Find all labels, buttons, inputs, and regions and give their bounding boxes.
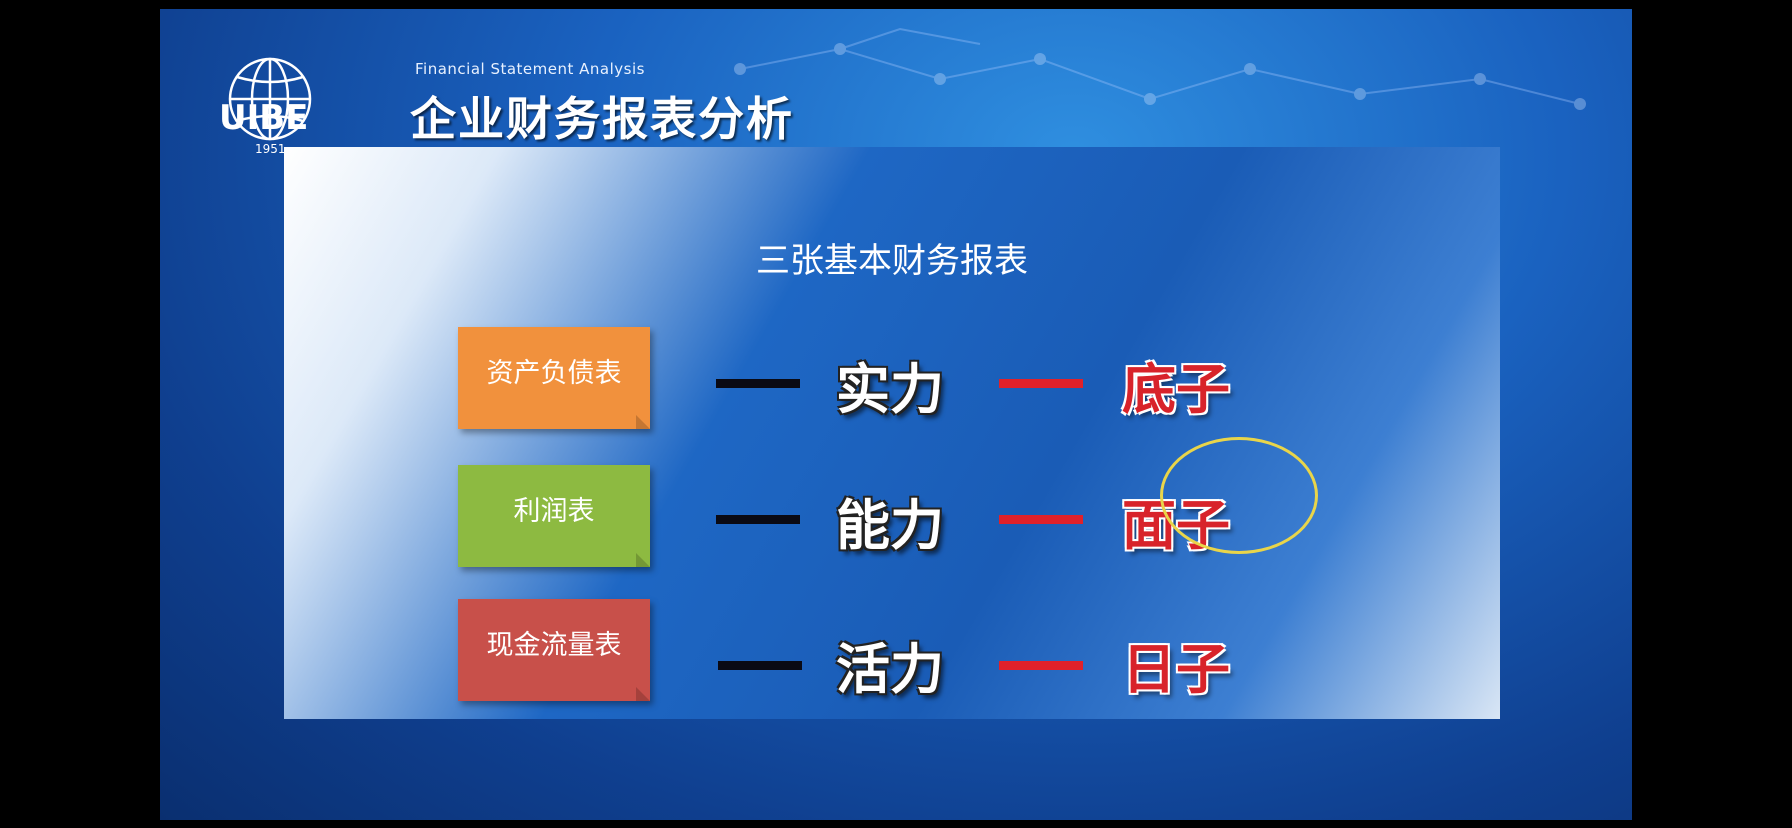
statement-label: 利润表 (513, 495, 595, 527)
content-panel: 三张基本财务报表 资产负债表 实力 底子 利润表 能力 面子 现金流量表 活力 … (284, 147, 1500, 719)
slide: UIBE 1951 Financial Statement Analysis 企… (160, 9, 1632, 820)
panel-title: 三张基本财务报表 (756, 241, 1028, 281)
connector-dash (716, 515, 800, 524)
highlight-circle (1160, 437, 1318, 554)
connector-dash (716, 379, 800, 388)
logo-letters: UIBE (219, 98, 308, 138)
meaning-text: 实力 (836, 358, 944, 421)
meaning-text: 能力 (836, 494, 944, 557)
course-subtitle-en: Financial Statement Analysis (415, 60, 645, 78)
meaning-text: 活力 (836, 638, 944, 701)
connector-dash-red (999, 515, 1083, 524)
statement-card-balance-sheet: 资产负债表 (458, 327, 650, 429)
statement-card-cash-flow: 现金流量表 (458, 599, 650, 701)
nickname-text: 日子 (1122, 638, 1230, 701)
statement-label: 资产负债表 (486, 357, 622, 389)
slide-header: UIBE 1951 Financial Statement Analysis 企… (215, 47, 915, 157)
connector-dash (718, 661, 802, 670)
globe-logo-icon: UIBE 1951 (219, 57, 312, 156)
logo-year: 1951 (255, 142, 286, 156)
statement-card-income-statement: 利润表 (458, 465, 650, 567)
connector-dash-red (999, 661, 1083, 670)
course-title: 企业财务报表分析 (410, 92, 794, 146)
nickname-text: 底子 (1122, 358, 1230, 421)
connector-dash-red (999, 379, 1083, 388)
statement-label: 现金流量表 (486, 629, 622, 661)
